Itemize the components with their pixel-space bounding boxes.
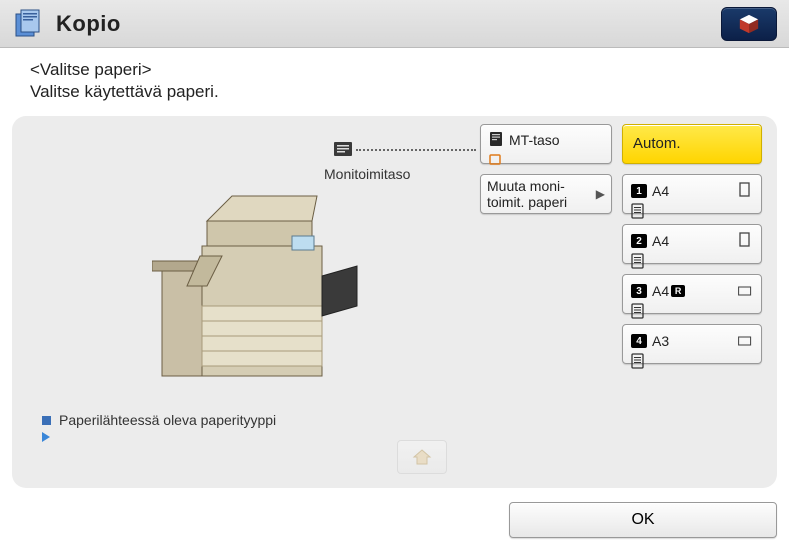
cube-icon <box>738 13 760 35</box>
tray-number-badge: 4 <box>631 334 647 348</box>
doc-lines-icon <box>631 253 645 271</box>
mt-callout-icon <box>330 140 356 162</box>
portrait-icon <box>737 231 753 251</box>
copy-app-icon <box>12 8 44 40</box>
instruction-block: <Valitse paperi> Valitse käytettävä pape… <box>0 48 789 108</box>
doc-lines-icon <box>631 303 645 321</box>
tray-2-button[interactable]: 2 A4 <box>622 224 762 264</box>
chevron-right-icon: ▶ <box>596 187 605 201</box>
mt-callout-label: Monitoimitaso <box>324 166 410 182</box>
legend-square-marker <box>42 416 51 425</box>
doc-dark-icon <box>489 131 503 149</box>
ok-button-label: OK <box>631 511 654 529</box>
tray-size-label: A3 <box>652 333 669 349</box>
house-faded-icon <box>412 448 432 466</box>
tray-orange-icon <box>489 151 503 169</box>
tray-autom-label: Autom. <box>633 135 681 152</box>
tray-4-button[interactable]: 4 A3 <box>622 324 762 364</box>
main-panel: Monitoimitaso MT-taso Muuta moni- toimit… <box>12 116 777 488</box>
tray-number-badge: 2 <box>631 234 647 248</box>
r-badge: R <box>671 285 685 297</box>
tray-autom-button[interactable]: Autom. <box>622 124 762 164</box>
instruction-title: <Valitse paperi> <box>30 60 789 80</box>
change-mp-paper-label: Muuta moni- toimit. paperi <box>487 178 567 210</box>
tray-size-label: A4 <box>652 233 669 249</box>
instruction-text: Valitse käytettävä paperi. <box>30 82 789 102</box>
change-mp-paper-button[interactable]: Muuta moni- toimit. paperi ▶ <box>480 174 612 214</box>
legend-text: Paperilähteessä oleva paperityyppi <box>59 412 276 428</box>
tray-number-badge: 3 <box>631 284 647 298</box>
callout-connector <box>356 149 476 151</box>
tray-number-badge: 1 <box>631 184 647 198</box>
header-title: Kopio <box>56 11 121 37</box>
menu-3d-button[interactable] <box>721 7 777 41</box>
mt-taso-button[interactable]: MT-taso <box>480 124 612 164</box>
tray-size-label: A4 <box>652 283 669 299</box>
doc-lines-icon <box>631 203 645 221</box>
tray-1-button[interactable]: 1 A4 <box>622 174 762 214</box>
ok-button[interactable]: OK <box>509 502 777 538</box>
landscape-icon <box>737 281 753 301</box>
portrait-icon <box>737 181 753 201</box>
header-bar: Kopio <box>0 0 789 48</box>
legend-block: Paperilähteessä oleva paperityyppi <box>42 408 276 442</box>
tray-3-button[interactable]: 3 A4 R <box>622 274 762 314</box>
mt-taso-label: MT-taso <box>509 132 560 148</box>
printer-illustration <box>152 176 372 396</box>
tray-size-label: A4 <box>652 183 669 199</box>
doc-lines-icon <box>631 353 645 371</box>
landscape-icon <box>737 331 753 351</box>
legend-triangle-marker <box>42 432 50 442</box>
disabled-favorite-button <box>397 440 447 474</box>
